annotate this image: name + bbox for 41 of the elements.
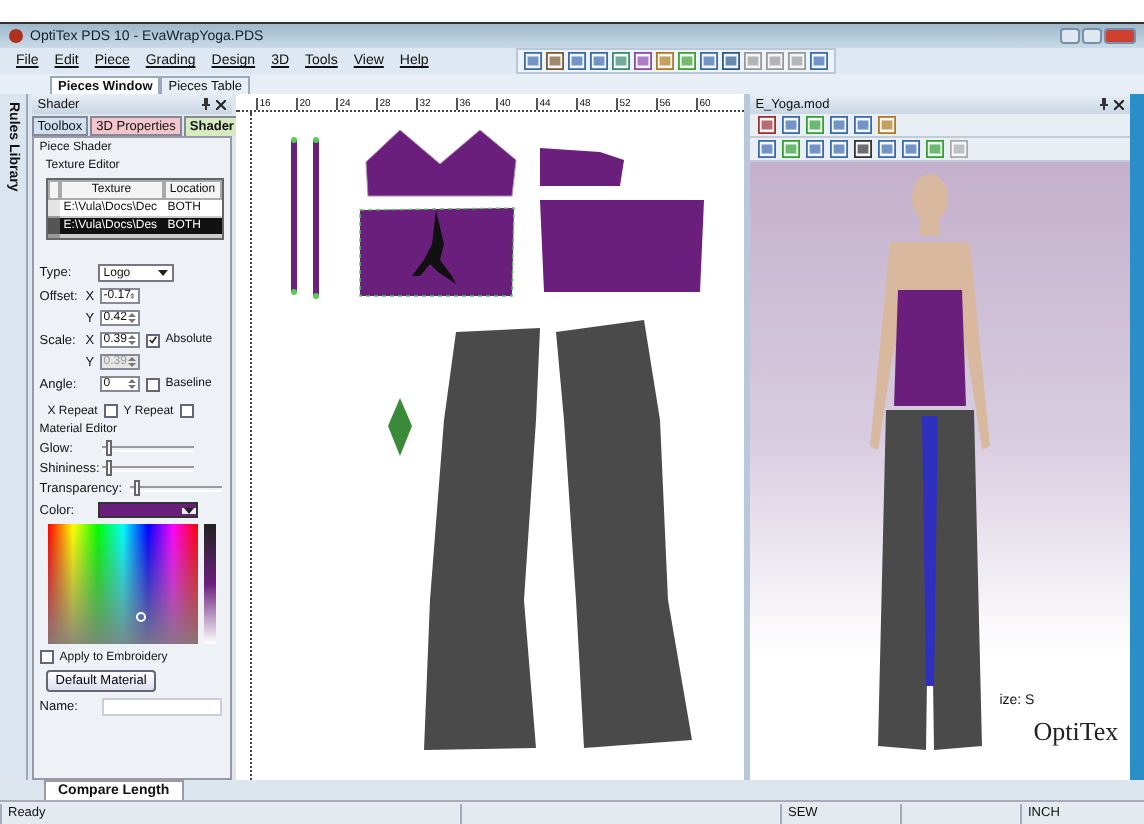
minimize-button[interactable] xyxy=(1060,28,1080,44)
logo: OptiTex xyxy=(1033,716,1119,748)
window-icon[interactable] xyxy=(781,116,800,134)
front-panel-piece[interactable] xyxy=(358,207,515,297)
caret-icon xyxy=(183,507,194,513)
brightness-bar[interactable] xyxy=(203,524,216,644)
spinner-icon[interactable] xyxy=(127,312,136,324)
slider-thumb[interactable] xyxy=(106,440,113,456)
name-field[interactable] xyxy=(101,698,222,716)
close-icon[interactable] xyxy=(1114,99,1125,109)
caret-icon xyxy=(157,270,168,276)
slider-thumb[interactable] xyxy=(134,480,141,496)
bra-cup-piece[interactable] xyxy=(365,129,517,197)
checkbox[interactable] xyxy=(145,377,160,391)
checkbox[interactable] xyxy=(145,333,160,347)
pin-icon[interactable] xyxy=(201,98,210,110)
app-icon xyxy=(8,28,24,44)
pant-leg-piece[interactable] xyxy=(555,320,692,748)
band-piece[interactable] xyxy=(539,148,624,186)
picker-marker-icon xyxy=(135,612,146,622)
checkbox[interactable] xyxy=(103,404,118,418)
spinner-icon[interactable] xyxy=(127,378,136,390)
back-panel-piece[interactable] xyxy=(539,200,704,292)
pin-icon[interactable] xyxy=(1100,98,1109,110)
spinner-icon[interactable] xyxy=(130,290,136,302)
strap-piece[interactable] xyxy=(312,137,319,299)
slider-thumb[interactable] xyxy=(106,460,113,476)
color-dropdown[interactable] xyxy=(97,502,198,518)
diamond-piece[interactable] xyxy=(387,398,412,456)
spinner-icon[interactable] xyxy=(127,334,136,346)
row-header[interactable] xyxy=(47,218,60,236)
checkbox[interactable] xyxy=(39,650,54,664)
close-icon[interactable] xyxy=(215,99,226,109)
color-spectrum[interactable] xyxy=(47,524,198,644)
window-icon[interactable] xyxy=(524,52,542,70)
yoga-figure-icon xyxy=(411,210,456,284)
pant-leg-piece[interactable] xyxy=(423,328,540,750)
strap-piece[interactable] xyxy=(290,137,297,295)
checkbox[interactable] xyxy=(179,404,194,418)
maximize-button[interactable] xyxy=(1082,28,1102,44)
row-header[interactable] xyxy=(47,200,60,218)
